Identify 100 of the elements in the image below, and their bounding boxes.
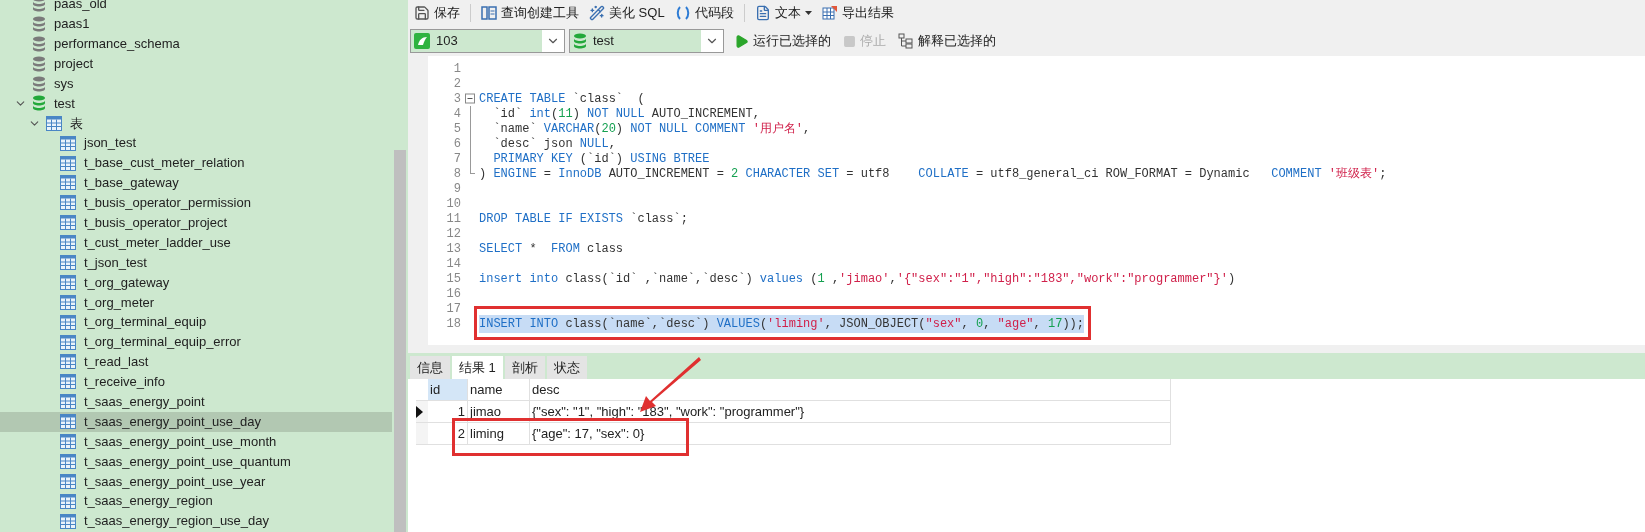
tree-item[interactable]: json_test xyxy=(0,133,392,154)
tree-item[interactable]: t_org_terminal_equip_error xyxy=(0,332,392,353)
scrollbar-thumb[interactable] xyxy=(394,150,406,532)
code-line: CREATE TABLE `class` ( xyxy=(479,90,645,107)
column-header[interactable]: name xyxy=(468,379,530,400)
tree-item[interactable]: t_base_cust_meter_relation xyxy=(0,153,392,173)
table-cell: {"age": 17, "sex": 0} xyxy=(530,423,1171,444)
tree-item[interactable]: t_cust_meter_ladder_use xyxy=(0,232,392,253)
sql-editor[interactable] xyxy=(428,56,1645,345)
line-number: 11 xyxy=(445,210,461,228)
tree-label: t_org_terminal_equip_error xyxy=(84,333,241,352)
tree-item[interactable]: performance_schema xyxy=(0,33,392,54)
table-icon xyxy=(60,195,76,211)
tree-item[interactable]: t_json_test xyxy=(0,252,392,273)
tree-item[interactable]: t_busis_operator_permission xyxy=(0,192,392,213)
toolbar-button[interactable]: 美化 SQL xyxy=(589,3,665,23)
tree-item[interactable]: t_saas_energy_point xyxy=(0,391,392,412)
tree-item[interactable]: t_receive_info xyxy=(0,371,392,392)
result-tab[interactable]: 剖析 xyxy=(504,356,545,379)
play-icon xyxy=(734,33,749,49)
tree-item[interactable]: t_saas_energy_point_use_year xyxy=(0,471,392,492)
tree-item[interactable]: t_saas_energy_point_use_month xyxy=(0,431,392,452)
tree-label: t_busis_operator_project xyxy=(84,214,228,232)
tree-item[interactable]: sys xyxy=(0,73,392,94)
database-select[interactable]: test xyxy=(569,29,724,53)
line-number: 3 xyxy=(452,90,461,108)
toolbar-button[interactable]: 代码段 xyxy=(674,3,734,23)
table-icon xyxy=(60,294,76,310)
code-line: SELECT * FROM class xyxy=(479,240,624,258)
tree-label: performance_schema xyxy=(54,34,180,53)
tree-label: t_saas_energy_region xyxy=(84,492,213,511)
tree-item[interactable]: 表 xyxy=(0,113,392,134)
tree-label: t_read_last xyxy=(84,353,149,372)
tree-label: t_json_test xyxy=(84,253,147,272)
tree-label: t_cust_meter_ladder_use xyxy=(84,233,231,252)
tree-item[interactable]: t_saas_energy_region_use_day xyxy=(0,511,392,532)
table-cell: 1 xyxy=(428,401,468,422)
tree-item[interactable]: t_org_meter xyxy=(0,292,392,313)
table-icon xyxy=(60,354,76,370)
tree-label: sys xyxy=(54,74,74,93)
tree-label: json_test xyxy=(84,134,137,153)
line-number: 12 xyxy=(445,225,461,243)
table-cell: liming xyxy=(468,423,530,444)
tree-item[interactable]: test xyxy=(0,93,392,114)
tree-item[interactable]: paas1 xyxy=(0,13,392,34)
tree-item[interactable]: t_org_terminal_equip xyxy=(0,312,392,333)
table-icon xyxy=(60,135,76,151)
table-icon xyxy=(60,155,76,171)
table-icon xyxy=(60,215,76,231)
tree-item[interactable]: t_org_gateway xyxy=(0,272,392,293)
tree-label: 表 xyxy=(70,114,83,133)
select-value: test xyxy=(593,32,614,51)
line-number: 13 xyxy=(445,240,461,258)
code-line: insert into class(`id` ,`name`,`desc`) values (1 ,'jimao','{"sex":"1","high":"183","work":"programmer"}') xyxy=(479,270,1236,288)
line-number: 9 xyxy=(452,180,461,198)
tree-label: t_saas_energy_point_use_year xyxy=(84,472,266,491)
collapse-icon[interactable] xyxy=(465,91,475,106)
tree-label: test xyxy=(54,94,75,113)
code-line: `id` int(11) NOT NULL AUTO_INCREMENT, xyxy=(492,105,760,122)
toolbar-button[interactable]: 查询创建工具 xyxy=(481,3,579,23)
database-icon xyxy=(32,15,46,32)
tree-label: t_org_terminal_equip xyxy=(84,313,207,332)
result-tab[interactable]: 状态 xyxy=(546,356,587,379)
toolbar-button[interactable]: 解释已选择的 xyxy=(898,31,996,51)
table-icon xyxy=(60,453,76,469)
tree-label: t_saas_energy_point xyxy=(84,393,205,411)
code-line: `desc` json NULL, xyxy=(492,135,616,152)
connection-select[interactable]: 103 xyxy=(410,29,565,53)
query-builder-icon xyxy=(481,5,497,21)
line-number: 17 xyxy=(445,300,461,318)
tree-item[interactable]: t_busis_operator_project xyxy=(0,212,392,233)
toolbar-button[interactable]: 文本 xyxy=(754,3,812,23)
result-tab[interactable]: 结果 1 xyxy=(452,356,503,379)
database-icon xyxy=(32,95,46,112)
toolbar-button[interactable]: 保存 xyxy=(414,3,460,23)
table-icon xyxy=(60,235,76,251)
database-icon xyxy=(573,33,587,49)
save-icon xyxy=(414,5,430,21)
tree-label: project xyxy=(54,54,94,73)
table-icon xyxy=(60,175,76,191)
explain-icon xyxy=(898,33,914,49)
result-tab[interactable]: 信息 xyxy=(410,356,450,379)
wand-icon xyxy=(589,5,605,21)
column-header[interactable]: id xyxy=(428,379,468,400)
toolbar-button[interactable]: 导出结果 xyxy=(821,3,894,23)
line-number: 14 xyxy=(445,255,461,273)
tree-item[interactable]: t_saas_energy_point_use_day xyxy=(0,411,392,432)
table-cell: jimao xyxy=(468,401,530,422)
row-header[interactable] xyxy=(416,401,428,422)
tree-item[interactable]: t_base_gateway xyxy=(0,173,392,193)
toolbar-button[interactable]: 运行已选择的 xyxy=(734,31,831,51)
tree-label: t_base_gateway xyxy=(84,174,179,193)
tree-item[interactable]: t_read_last xyxy=(0,352,392,372)
tree-item[interactable]: t_saas_energy_region xyxy=(0,491,392,512)
tree-label: t_saas_energy_point_use_month xyxy=(84,432,277,451)
tree-item[interactable]: t_saas_energy_point_use_quantum xyxy=(0,451,392,472)
tree-item[interactable]: project xyxy=(0,53,392,74)
stop-icon xyxy=(843,34,856,48)
tree-label: t_base_cust_meter_relation xyxy=(84,154,245,173)
database-icon xyxy=(32,0,46,12)
